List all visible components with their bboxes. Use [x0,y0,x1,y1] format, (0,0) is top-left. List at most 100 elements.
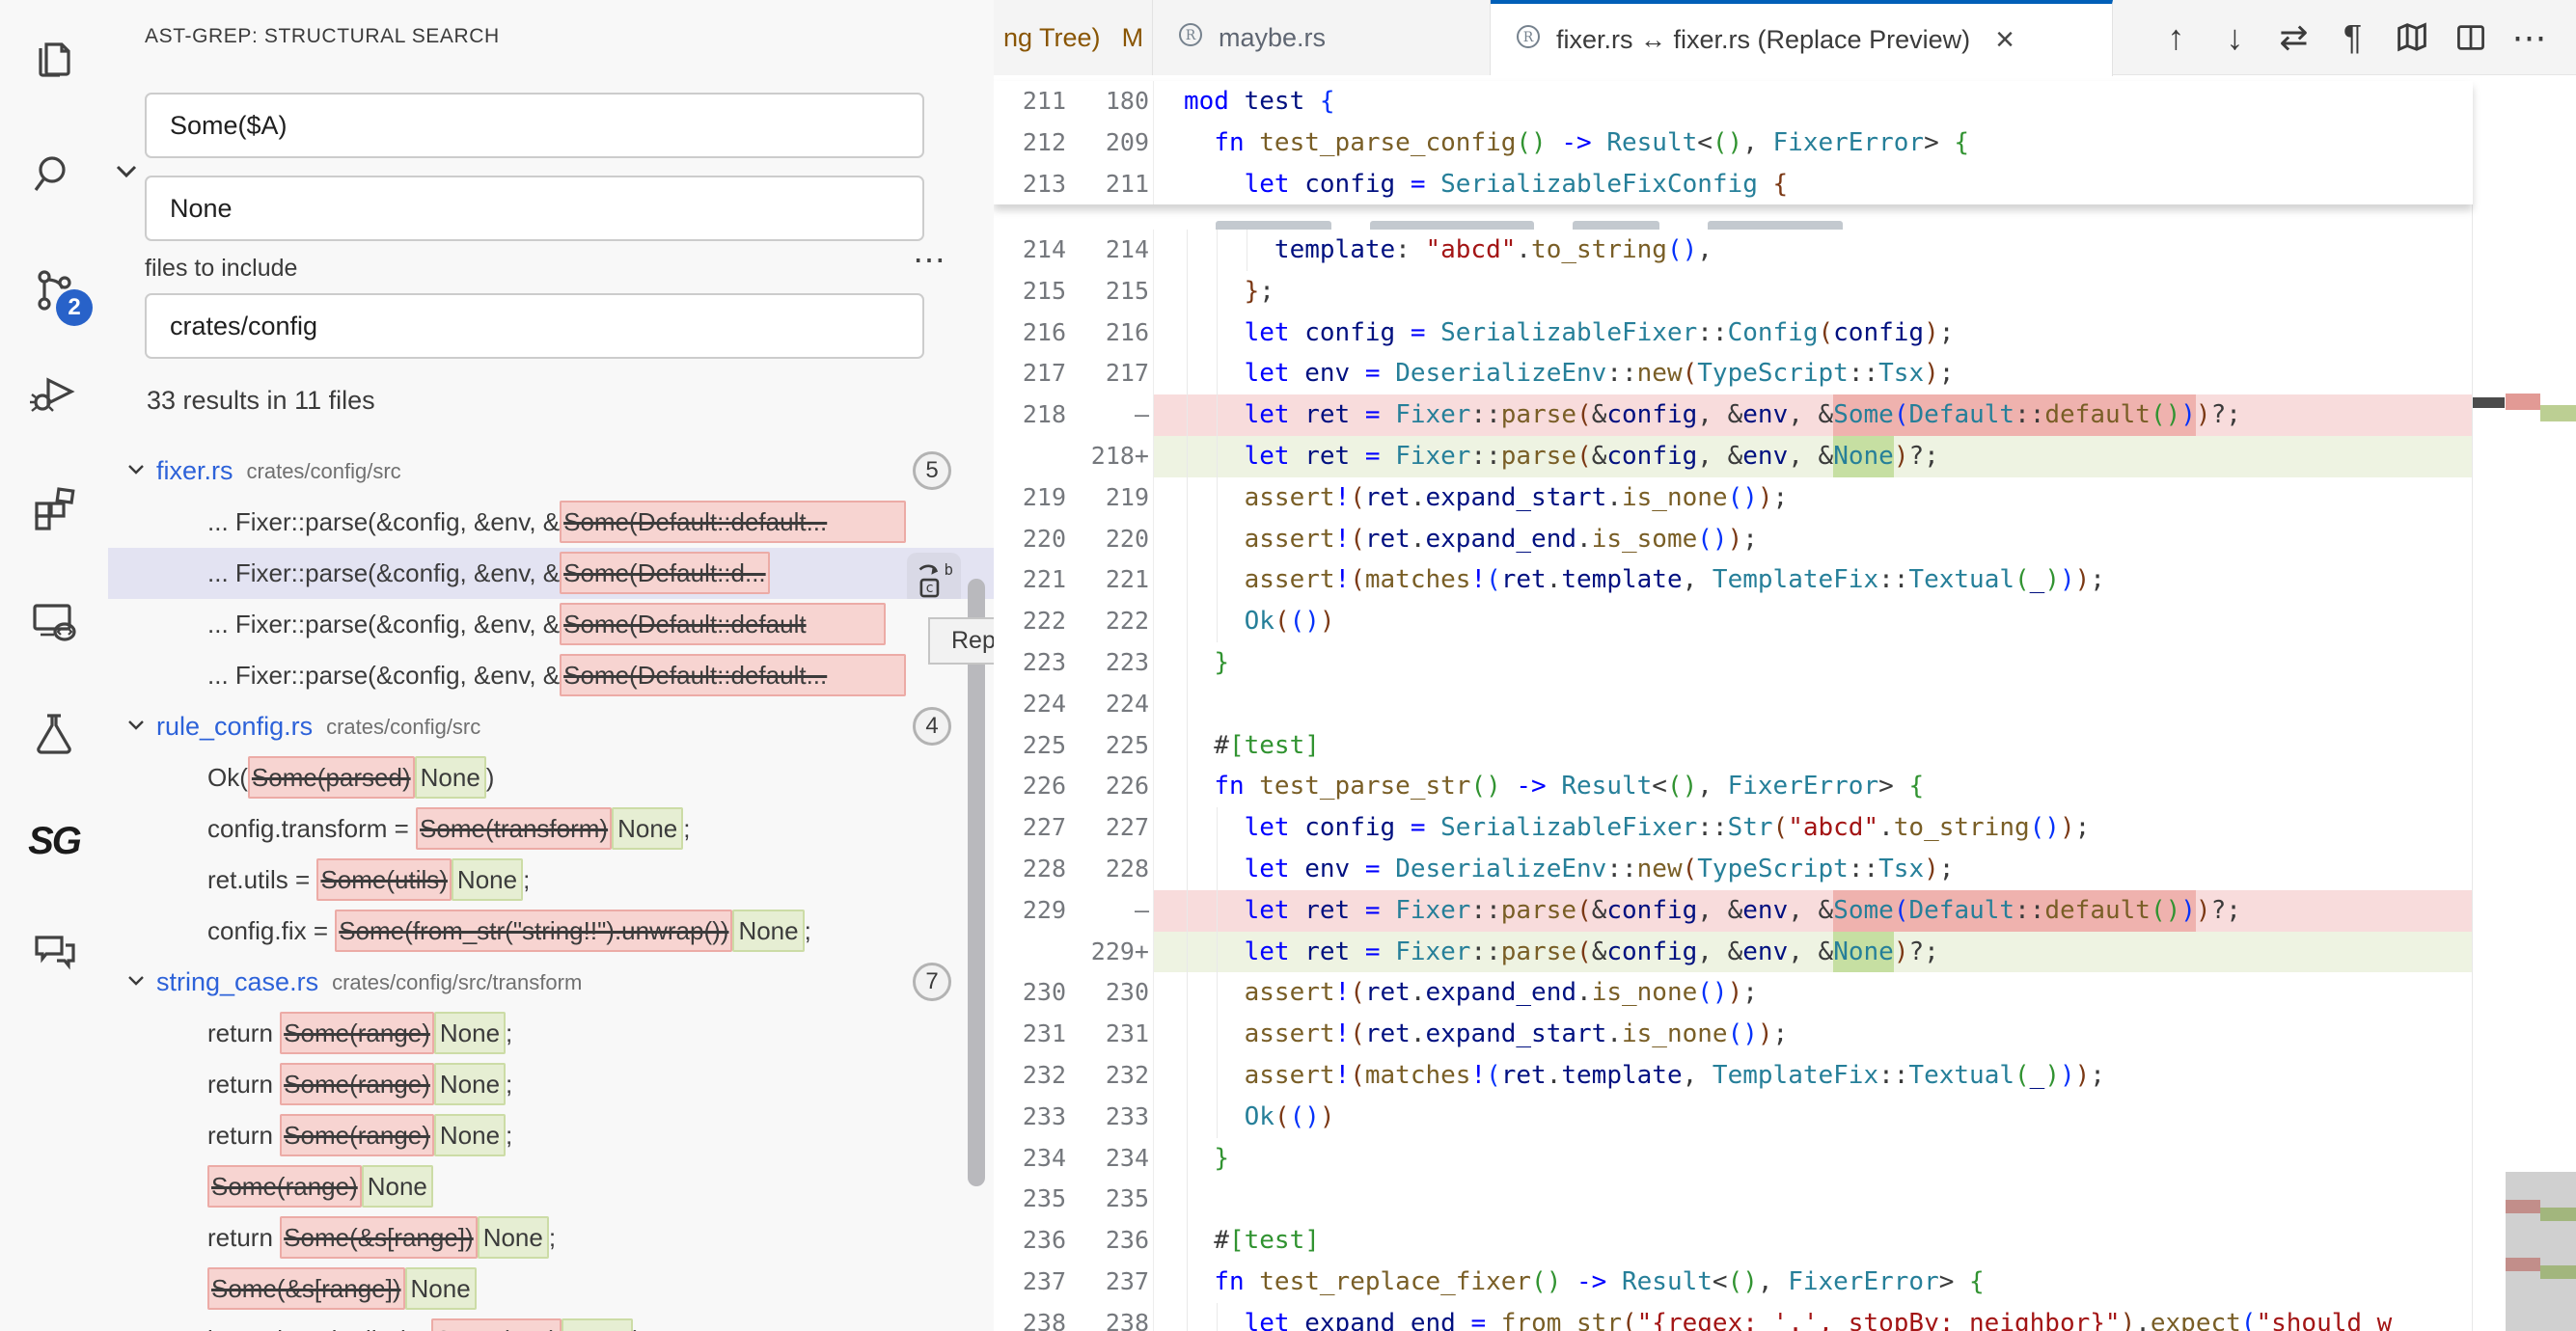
file-header-rule_config.rs[interactable]: rule_config.rscrates/config/src4 [108,701,994,752]
search-result-row[interactable]: Some(&s[range])None [108,1263,994,1315]
code-line[interactable]: 237237 fn test_replace_fixer() -> Result… [994,1262,2473,1303]
search-pattern-input[interactable] [145,93,924,158]
code-text: } [1153,642,2473,684]
search-result-row[interactable]: ... Fixer::parse(&config, &env, &Some(De… [108,497,994,548]
toggle-whitespace-button[interactable]: ¶ [2323,9,2382,67]
previous-change-button[interactable]: ↑ [2147,9,2206,67]
line-number-original: 226 [994,766,1066,807]
map-icon[interactable] [2382,9,2441,67]
search-result-row[interactable]: ... Fixer::parse(&config, &env, &Some(De… [108,599,994,650]
ast-grep-icon[interactable]: SG [0,793,108,889]
line-number-original: 216 [994,312,1066,354]
code-line[interactable]: 226226 fn test_parse_str() -> Result<(),… [994,766,2473,807]
tab-working-tree[interactable]: ng Tree) M [994,0,1153,75]
code-line[interactable]: 234234 } [994,1138,2473,1180]
code-line[interactable]: 227227 let config = SerializableFixer::S… [994,807,2473,849]
code-line[interactable]: 218– let ret = Fixer::parse(&config, &en… [994,394,2473,436]
replace-button[interactable]: bc [907,553,961,599]
code-line[interactable]: 236236 #[test] [994,1220,2473,1262]
line-number-original: 232 [994,1055,1066,1097]
search-icon[interactable] [0,125,108,222]
chevron-down-icon[interactable] [110,154,143,187]
code-line[interactable]: 219219 assert!(ret.expand_start.is_none(… [994,477,2473,519]
search-result-row[interactable]: Some(range)None [108,1161,994,1212]
swap-diff-sides-button[interactable]: ⇄ [2264,9,2323,67]
code-line[interactable]: 229– let ret = Fixer::parse(&config, &en… [994,890,2473,932]
tab-maybe-rs[interactable]: R maybe.rs [1153,0,1491,75]
search-result-row[interactable]: return Some(range)None; [108,1008,994,1059]
toggle-details-button[interactable]: ⋯ [913,241,947,280]
code-line[interactable]: 230230 assert!(ret.expand_end.is_none())… [994,972,2473,1014]
search-result-row[interactable]: let replaced = list(s, Some(sep)None) [108,1315,994,1331]
code-line[interactable]: 222222 Ok(()) [994,601,2473,642]
search-result-row[interactable]: ... Fixer::parse(&config, &env, &Some(De… [108,650,994,701]
line-number-original: 230 [994,972,1066,1014]
code-line[interactable]: 218+ let ret = Fixer::parse(&config, &en… [994,436,2473,477]
code-line[interactable]: 216216 let config = SerializableFixer::C… [994,312,2473,354]
explorer-icon[interactable] [0,12,108,108]
search-result-row[interactable]: config.transform = Some(transform)None; [108,803,994,855]
ruler-diff-mark [2473,397,2505,408]
chevron-down-icon[interactable] [123,967,149,997]
clipped-code-line [994,207,2473,230]
code-line[interactable]: 229+ let ret = Fixer::parse(&config, &en… [994,932,2473,973]
search-result-row[interactable]: config.fix = Some(from_str("string!!").u… [108,906,994,957]
line-number-original: 231 [994,1014,1066,1055]
editor-scrollbar[interactable] [2506,1172,2576,1331]
code-text: #[test] [1153,725,2473,767]
code-line[interactable]: 215215 }; [994,271,2473,312]
diff-editor[interactable]: 214214 template: "abcd".to_string(),2152… [994,75,2576,1331]
code-text: fn test_replace_fixer() -> Result<(), Fi… [1153,1262,2473,1303]
search-result-row[interactable]: return Some(range)None; [108,1110,994,1161]
sidebar-scrollbar[interactable] [968,579,985,1186]
more-actions-button[interactable]: ⋯ [2500,9,2559,67]
code-line[interactable]: 213211 let config = SerializableFixConfi… [994,164,2473,205]
testing-icon[interactable] [0,685,108,781]
file-header-fixer.rs[interactable]: fixer.rscrates/config/src5 [108,446,994,497]
next-change-button[interactable]: ↓ [2206,9,2264,67]
search-result-row[interactable]: ... Fixer::parse(&config, &env, &Some(De… [108,548,994,599]
code-line[interactable]: 231231 assert!(ret.expand_start.is_none(… [994,1014,2473,1055]
chevron-down-icon[interactable] [123,456,149,486]
added-text-chip: None [478,1216,549,1259]
code-text: assert!(ret.expand_start.is_none()); [1153,1014,2473,1055]
code-line[interactable]: 212209 fn test_parse_config() -> Result<… [994,122,2473,164]
code-line[interactable]: 235235 [994,1179,2473,1220]
line-number-modified: 180 [1066,81,1149,122]
code-line[interactable]: 220220 assert!(ret.expand_end.is_some())… [994,519,2473,560]
code-line[interactable]: 233233 Ok(()) [994,1097,2473,1138]
code-line[interactable]: 214214 template: "abcd".to_string(), [994,230,2473,271]
code-line[interactable]: 224224 [994,684,2473,725]
code-line[interactable]: 225225 #[test] [994,725,2473,767]
code-line[interactable]: 223223 } [994,642,2473,684]
code-line[interactable]: 221221 assert!(matches!(ret.template, Te… [994,559,2473,601]
code-line[interactable]: 238238 let expand_end = from_str("{regex… [994,1303,2473,1331]
code-line[interactable]: 211180mod test { [994,81,2473,122]
code-text: fn test_parse_str() -> Result<(), FixerE… [1153,766,2473,807]
line-number-original [994,932,1066,973]
removed-text-chip: Some(sep) [431,1318,562,1331]
code-line[interactable]: 232232 assert!(matches!(ret.template, Te… [994,1055,2473,1097]
run-debug-icon[interactable] [0,345,108,442]
tab-replace-preview[interactable]: R fixer.rs ↔ fixer.rs (Replace Preview) … [1491,0,2113,76]
source-control-icon[interactable]: 2 [0,243,108,340]
removed-text-chip: Some(transform) [416,807,612,850]
code-line[interactable]: 217217 let env = DeserializeEnv::new(Typ… [994,353,2473,394]
extensions-icon[interactable] [0,461,108,557]
close-icon[interactable]: × [1995,21,2014,59]
split-editor-button[interactable] [2441,9,2500,67]
replace-pattern-input[interactable] [145,176,924,241]
files-to-include-input[interactable] [145,293,924,359]
search-result-row[interactable]: ret.utils = Some(utils)None; [108,855,994,906]
added-text-chip: None [434,1063,506,1105]
line-number-modified: 238 [1066,1303,1149,1331]
remote-explorer-icon[interactable] [0,573,108,669]
search-result-row[interactable]: Ok(Some(parsed)None) [108,752,994,803]
search-result-row[interactable]: return Some(&s[range])None; [108,1212,994,1263]
file-header-string_case.rs[interactable]: string_case.rscrates/config/src/transfor… [108,957,994,1008]
search-result-row[interactable]: return Some(range)None; [108,1059,994,1110]
chevron-down-icon[interactable] [123,712,149,742]
comments-icon[interactable] [0,903,108,999]
scm-badge: 2 [56,289,93,326]
code-line[interactable]: 228228 let env = DeserializeEnv::new(Typ… [994,849,2473,890]
